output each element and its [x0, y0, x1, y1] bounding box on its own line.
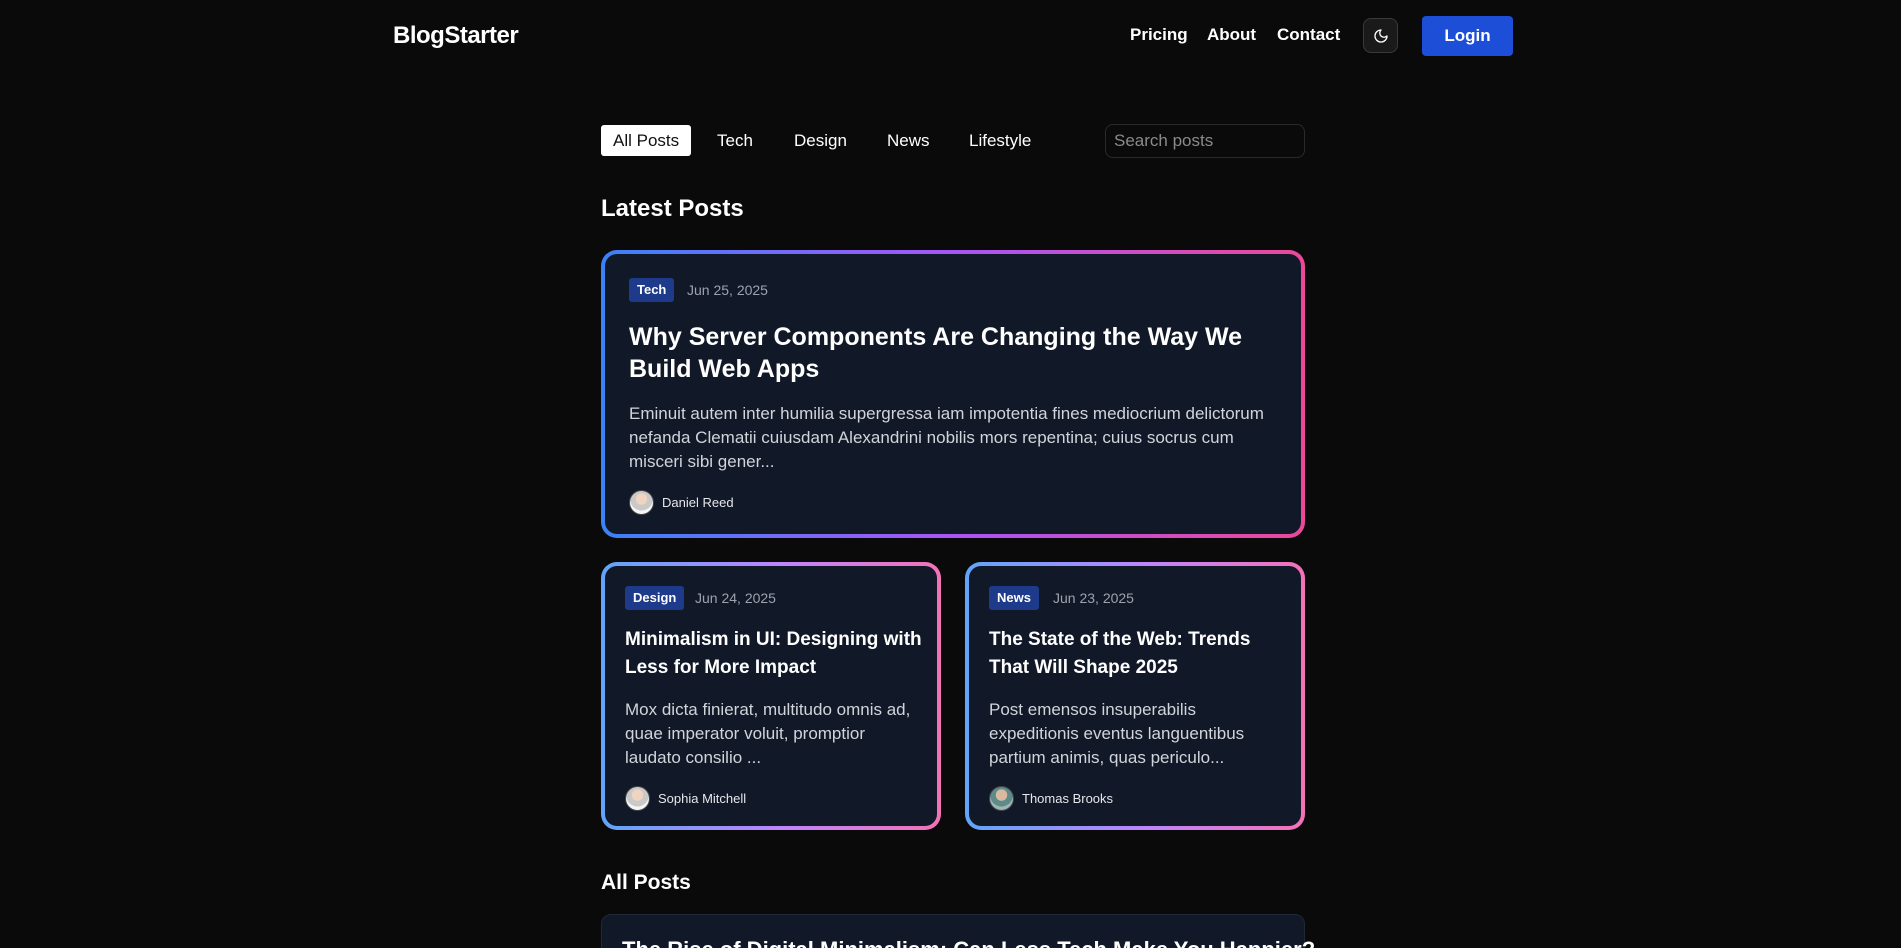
post-card-body: News Jun 23, 2025 The State of the Web: …: [969, 566, 1301, 826]
site-header: BlogStarter Pricing About Contact Login: [0, 0, 1901, 72]
latest-posts-heading: Latest Posts: [601, 195, 744, 222]
featured-post-card[interactable]: Tech Jun 25, 2025 Why Server Components …: [601, 250, 1305, 538]
filter-lifestyle[interactable]: Lifestyle: [957, 125, 1043, 156]
post-title[interactable]: Why Server Components Are Changing the W…: [629, 321, 1269, 385]
filter-tech[interactable]: Tech: [705, 125, 765, 156]
post-title[interactable]: The Rise of Digital Minimalism: Can Less…: [622, 937, 1315, 948]
avatar: [625, 786, 650, 811]
post-excerpt: Eminuit autem inter humilia supergressa …: [629, 404, 1264, 471]
nav-pricing-link[interactable]: Pricing: [1130, 25, 1188, 45]
post-author: Thomas Brooks: [989, 786, 1113, 811]
post-date: Jun 25, 2025: [687, 282, 768, 298]
theme-toggle-button[interactable]: [1363, 18, 1398, 53]
post-date: Jun 23, 2025: [1053, 590, 1134, 606]
post-title[interactable]: Minimalism in UI: Designing with Less fo…: [625, 626, 925, 682]
filter-all-posts[interactable]: All Posts: [601, 125, 692, 156]
post-excerpt: Post emensos insuperabilis expeditionis …: [989, 700, 1245, 767]
author-name: Sophia Mitchell: [658, 791, 747, 806]
post-date: Jun 24, 2025: [695, 590, 776, 606]
post-card-design[interactable]: Design Jun 24, 2025 Minimalism in UI: De…: [601, 562, 941, 830]
all-posts-heading: All Posts: [601, 871, 691, 894]
filter-news[interactable]: News: [875, 125, 942, 156]
post-card-news[interactable]: News Jun 23, 2025 The State of the Web: …: [965, 562, 1305, 830]
post-tag[interactable]: News: [989, 586, 1039, 610]
post-tag[interactable]: Tech: [629, 278, 675, 302]
avatar: [629, 490, 654, 515]
nav-contact-link[interactable]: Contact: [1277, 25, 1340, 45]
avatar: [989, 786, 1014, 811]
filter-design[interactable]: Design: [782, 125, 859, 156]
site-logo[interactable]: BlogStarter: [393, 22, 519, 50]
post-tag[interactable]: Design: [625, 586, 685, 610]
post-list-item[interactable]: The Rise of Digital Minimalism: Can Less…: [601, 914, 1315, 948]
post-author: Daniel Reed: [629, 490, 734, 515]
author-name: Thomas Brooks: [1022, 791, 1114, 806]
post-card-body: Design Jun 24, 2025 Minimalism in UI: De…: [605, 566, 937, 826]
search-input[interactable]: [1105, 124, 1305, 158]
nav-about-link[interactable]: About: [1207, 25, 1256, 45]
post-author: Sophia Mitchell: [625, 786, 746, 811]
login-button[interactable]: Login: [1422, 16, 1513, 56]
post-title[interactable]: The State of the Web: Trends That Will S…: [989, 626, 1279, 682]
featured-post-card-body: Tech Jun 25, 2025 Why Server Components …: [605, 254, 1301, 534]
post-excerpt: Mox dicta finierat, multitudo omnis ad, …: [625, 700, 911, 767]
author-name: Daniel Reed: [662, 495, 734, 510]
moon-icon: [1373, 28, 1388, 43]
